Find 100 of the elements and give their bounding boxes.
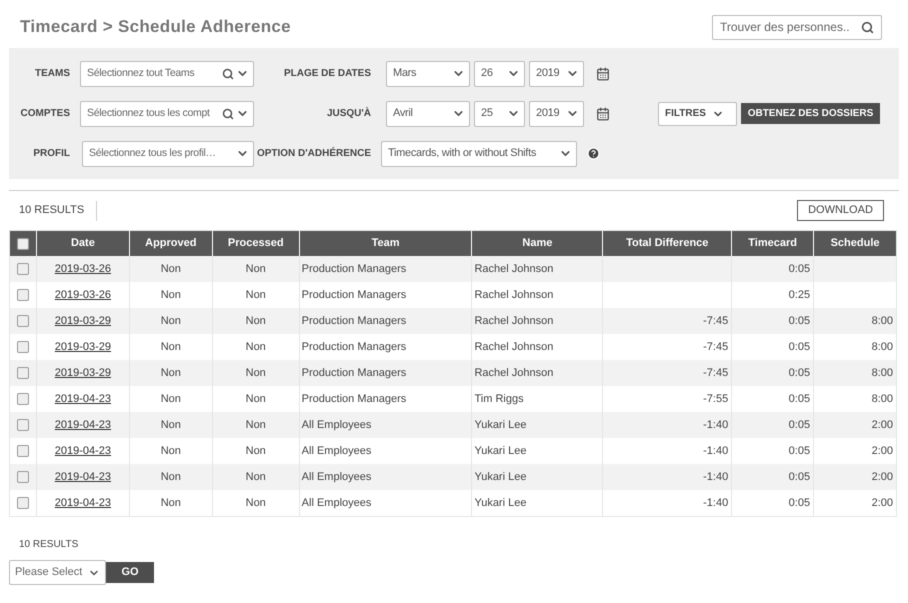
table-cell-text: Production Managers bbox=[302, 366, 406, 381]
table-cell-text: -1:40 bbox=[703, 496, 728, 511]
date-link[interactable]: 2019-04-23 bbox=[54, 468, 112, 486]
filter-label: COMPTES bbox=[20, 107, 70, 121]
table-cell-text: Non bbox=[246, 470, 266, 485]
table-cell-text: Non bbox=[246, 314, 266, 329]
search-icon bbox=[222, 108, 234, 120]
table-cell-text: -1:40 bbox=[703, 444, 728, 459]
date-link[interactable]: 2019-04-23 bbox=[54, 416, 112, 434]
table-cell-text: 0:05 bbox=[788, 392, 810, 407]
table-cell-text: All Employees bbox=[302, 470, 372, 485]
year-select[interactable]: 2019 bbox=[529, 100, 584, 126]
date-link[interactable]: 2019-04-23 bbox=[54, 442, 112, 460]
filter-label: PROFIL bbox=[32, 147, 70, 161]
table-cell-text: All Employees bbox=[302, 418, 372, 433]
table-cell-text: Non bbox=[246, 262, 266, 277]
date-link[interactable]: 2019-04-23 bbox=[54, 494, 112, 512]
table-cell-text: -7:45 bbox=[703, 314, 728, 329]
teams-select[interactable]: Sélectionnez tout Teams bbox=[80, 60, 254, 86]
calendar-icon[interactable] bbox=[596, 106, 610, 120]
table-cell-text: 0:05 bbox=[788, 340, 810, 355]
table-cell-text: 0:05 bbox=[788, 418, 810, 433]
table-cell-text: Non bbox=[160, 262, 181, 277]
month-select[interactable]: Mars bbox=[386, 60, 470, 86]
checkbox[interactable] bbox=[16, 367, 29, 379]
table-cell-text: All Employees bbox=[302, 444, 372, 459]
table-cell-text: Rachel Johnson bbox=[474, 262, 554, 277]
table-cell-text: Yukari Lee bbox=[474, 496, 526, 511]
table-cell-text: Non bbox=[160, 496, 181, 511]
table-cell-text: Non bbox=[160, 470, 181, 485]
column-header[interactable]: Schedule bbox=[814, 231, 896, 256]
table-cell-text: Non bbox=[160, 392, 181, 407]
month-select[interactable]: Avril bbox=[386, 100, 470, 126]
date-link[interactable]: 2019-03-29 bbox=[54, 312, 112, 330]
table-cell-text: Non bbox=[160, 288, 181, 303]
accounts-select[interactable]: Sélectionnez tous les compt bbox=[80, 100, 254, 126]
table-cell-text: Non bbox=[246, 496, 266, 511]
search-icon bbox=[861, 20, 874, 34]
adherence-select[interactable]: Timecards, with or without Shifts bbox=[381, 140, 577, 166]
profile-select[interactable]: Sélectionnez tous les profil… bbox=[82, 140, 254, 166]
date-link[interactable]: 2019-03-26 bbox=[54, 260, 112, 278]
table-cell-text: 8:00 bbox=[872, 314, 893, 329]
date-link[interactable]: 2019-03-29 bbox=[54, 338, 112, 356]
table-cell-text: Rachel Johnson bbox=[474, 288, 554, 303]
checkbox[interactable] bbox=[16, 315, 29, 327]
table-cell-text: -7:45 bbox=[703, 340, 728, 355]
checkbox[interactable] bbox=[16, 238, 29, 250]
table-cell-text: -1:40 bbox=[703, 470, 728, 485]
table-cell-text: All Employees bbox=[302, 496, 372, 511]
table-cell-text: 0:25 bbox=[788, 288, 810, 303]
table-cell-text: 0:05 bbox=[788, 366, 810, 381]
checkbox[interactable] bbox=[16, 445, 29, 457]
table-cell-text: Non bbox=[160, 366, 181, 381]
checkbox[interactable] bbox=[16, 393, 29, 405]
table-cell-text: Non bbox=[160, 444, 181, 459]
day-select[interactable]: 26 bbox=[474, 60, 525, 86]
table-cell-text: 8:00 bbox=[872, 392, 893, 407]
table-cell-text: -1:40 bbox=[703, 418, 728, 433]
table-cell-text: Non bbox=[246, 366, 266, 381]
go-button[interactable]: GO bbox=[106, 562, 154, 583]
table-cell-text: Tim Riggs bbox=[474, 392, 524, 407]
filter-label: TEAMS bbox=[34, 67, 70, 81]
table-cell-text: Rachel Johnson bbox=[474, 340, 554, 355]
table-cell-text: 2:00 bbox=[872, 496, 893, 511]
checkbox[interactable] bbox=[16, 289, 29, 301]
date-link[interactable]: 2019-03-26 bbox=[54, 286, 112, 304]
table-cell-text: Production Managers bbox=[302, 314, 406, 329]
get-records-button[interactable]: OBTENEZ DES DOSSIERS bbox=[741, 103, 880, 124]
download-button[interactable]: DOWNLOAD bbox=[797, 200, 884, 221]
table-cell-text: Non bbox=[160, 340, 181, 355]
help-icon[interactable] bbox=[587, 147, 600, 160]
table-cell-text: 2:00 bbox=[872, 444, 893, 459]
day-select[interactable]: 25 bbox=[474, 100, 525, 126]
filter-label: PLAGE DE DATES bbox=[282, 67, 371, 81]
filters-button[interactable]: FILTRES bbox=[658, 102, 737, 126]
calendar-icon[interactable] bbox=[596, 66, 610, 80]
table-cell-text: Non bbox=[160, 418, 181, 433]
checkbox[interactable] bbox=[16, 263, 29, 275]
checkbox[interactable] bbox=[16, 471, 29, 483]
table-cell-text: -7:55 bbox=[703, 392, 728, 407]
table-cell-text: Production Managers bbox=[302, 392, 406, 407]
table-cell-text: Production Managers bbox=[302, 340, 406, 355]
checkbox[interactable] bbox=[16, 341, 29, 353]
date-link[interactable]: 2019-04-23 bbox=[54, 390, 112, 408]
table-cell-text: 0:05 bbox=[788, 262, 810, 277]
search-field[interactable]: Trouver des personnes.. bbox=[712, 14, 882, 40]
table-cell-text: Yukari Lee bbox=[474, 418, 526, 433]
table-cell-text: Rachel Johnson bbox=[474, 366, 554, 381]
year-select[interactable]: 2019 bbox=[529, 60, 584, 86]
table-cell-text: Rachel Johnson bbox=[474, 314, 554, 329]
checkbox[interactable] bbox=[16, 497, 29, 509]
page-select[interactable]: Please Select bbox=[9, 560, 106, 585]
table-cell-text: Yukari Lee bbox=[474, 470, 526, 485]
table-cell-text: 0:05 bbox=[788, 444, 810, 459]
table-cell-text: -7:45 bbox=[703, 366, 728, 381]
checkbox[interactable] bbox=[16, 419, 29, 431]
table-cell-text: Yukari Lee bbox=[474, 444, 526, 459]
results-count: 10 RESULTS bbox=[19, 539, 78, 550]
date-link[interactable]: 2019-03-29 bbox=[54, 364, 112, 382]
page-title: Timecard > Schedule Adherence bbox=[20, 16, 291, 38]
